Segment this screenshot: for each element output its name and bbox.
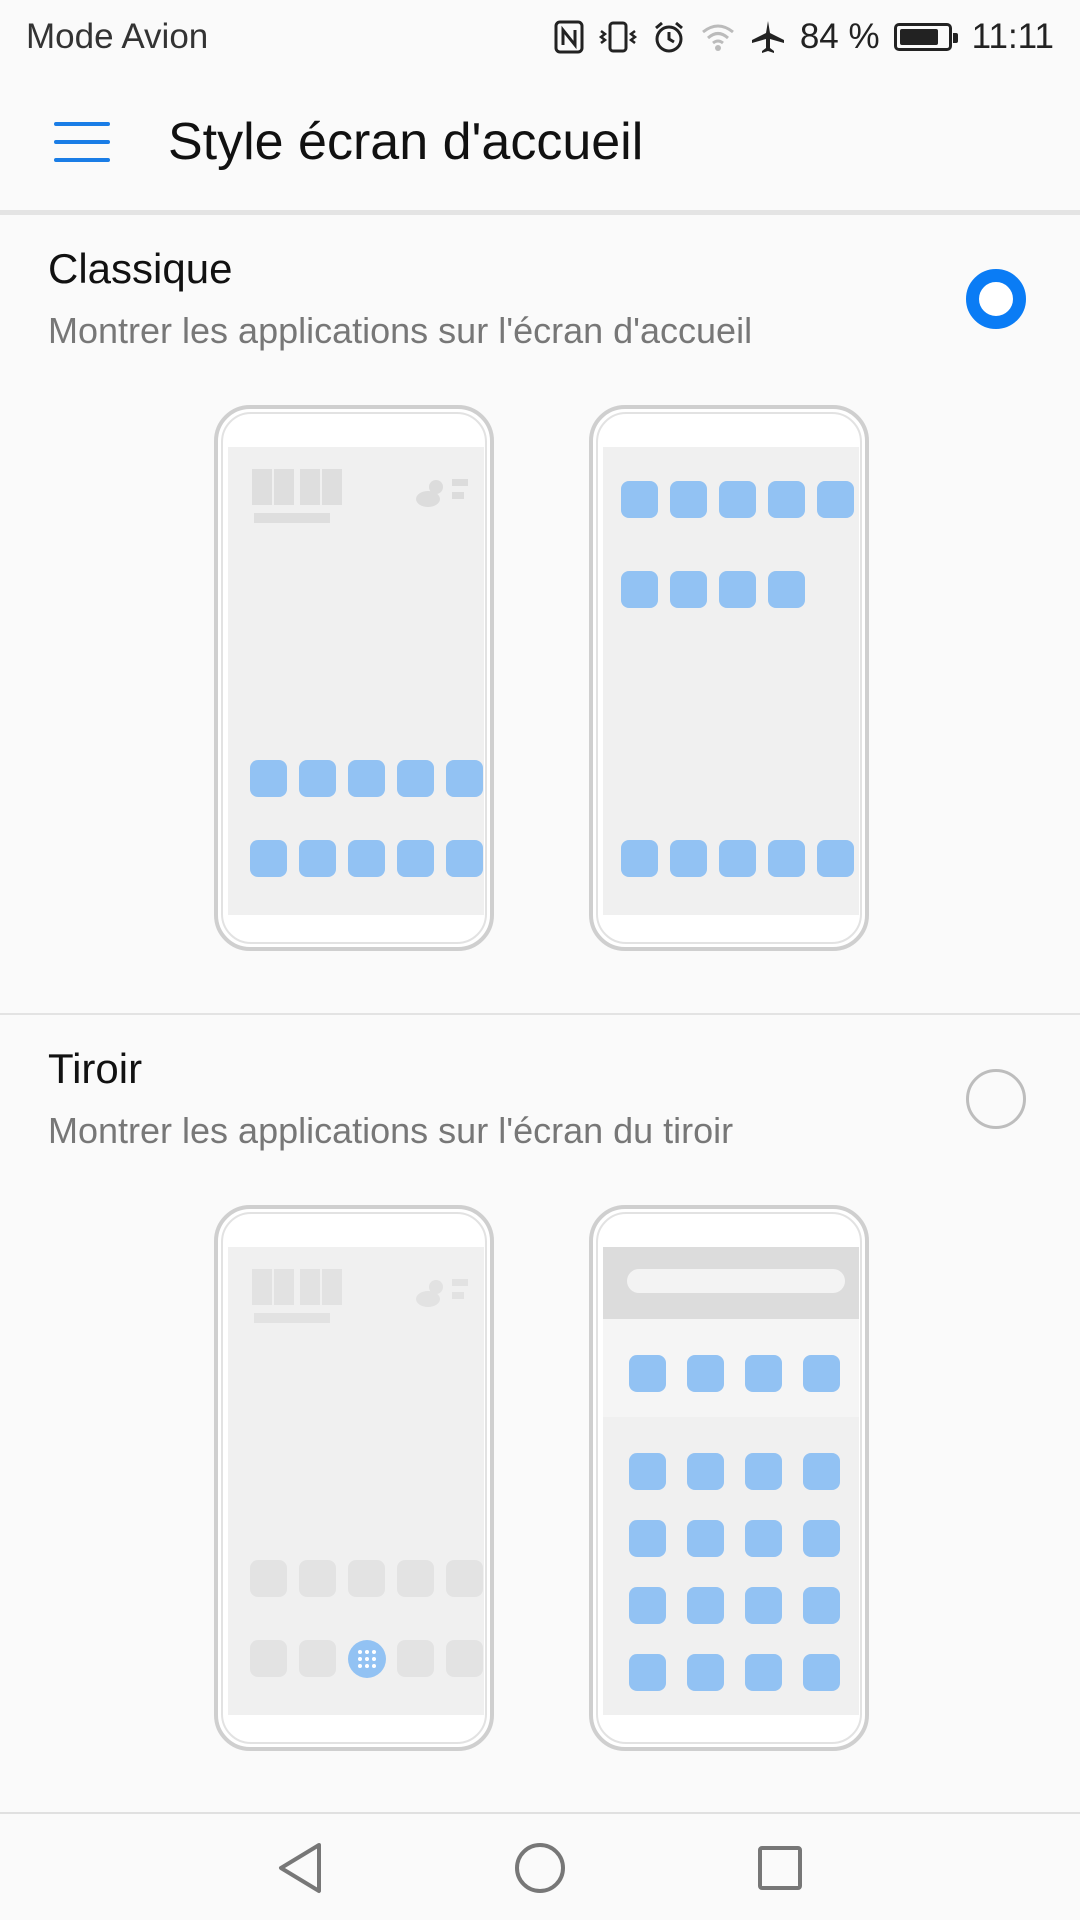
option-subtitle: Montrer les applications sur l'écran d'a…	[48, 310, 753, 351]
back-icon[interactable]	[268, 1836, 332, 1900]
drawer-search-bar	[627, 1269, 845, 1293]
status-text: Mode Avion	[26, 17, 209, 56]
option-subtitle: Montrer les applications sur l'écran du …	[48, 1110, 734, 1151]
page-title: Style écran d'accueil	[168, 113, 644, 171]
status-time: 11:11	[971, 17, 1054, 56]
option-title: Tiroir	[48, 1045, 143, 1092]
navigation-bar	[0, 1812, 1080, 1920]
app-bar: Style écran d'accueil	[0, 74, 1080, 210]
alarm-icon	[652, 17, 686, 57]
hamburger-menu-icon[interactable]	[14, 74, 150, 210]
weather-icon	[416, 479, 468, 507]
preview-app-drawer	[589, 1205, 869, 1751]
wifi-icon	[700, 17, 736, 57]
airplane-icon	[750, 17, 786, 57]
vibrate-icon	[598, 17, 638, 57]
preview-home-screen	[214, 405, 494, 951]
preview-apps-page	[589, 405, 869, 951]
option-tiroir[interactable]: Tiroir Montrer les applications sur l'éc…	[0, 1015, 1080, 1810]
preview-home-drawer	[214, 1205, 494, 1751]
battery-icon	[893, 23, 958, 51]
nfc-icon	[554, 17, 584, 57]
home-icon[interactable]	[508, 1836, 572, 1900]
battery-percent: 84 %	[799, 17, 880, 56]
status-icons: 84 % 11:11	[554, 17, 1054, 57]
status-bar: Mode Avion 84 % 11:11	[0, 0, 1080, 74]
radio-classique[interactable]	[966, 269, 1026, 329]
radio-tiroir[interactable]	[966, 1069, 1026, 1129]
weather-icon	[416, 1279, 468, 1307]
option-title: Classique	[48, 245, 233, 292]
option-classique[interactable]: Classique Montrer les applications sur l…	[0, 215, 1080, 1015]
app-drawer-icon	[348, 1640, 386, 1678]
recents-icon[interactable]	[748, 1836, 812, 1900]
clock-widget	[252, 469, 272, 505]
